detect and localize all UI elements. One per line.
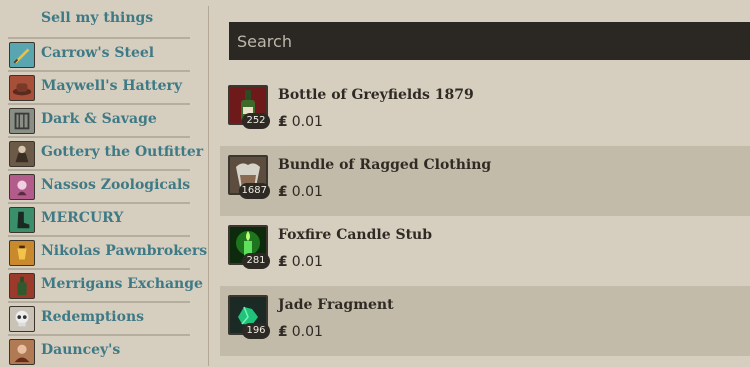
bottle-icon: [9, 273, 35, 299]
clothing-icon: 1687: [228, 155, 270, 199]
sidebar-item-gottery-the-outfitter[interactable]: Gottery the Outfitter: [8, 136, 203, 169]
sidebar-divider: [208, 6, 209, 366]
quantity-badge: 252: [242, 113, 270, 129]
currency-icon: ₤: [278, 114, 288, 130]
item-row-foxfire-candle-stub[interactable]: 281 Foxfire Candle Stub ₤ 0.01: [220, 216, 750, 286]
item-price: ₤ 0.01: [278, 324, 323, 340]
creature-icon: [9, 174, 35, 200]
item-price: ₤ 0.01: [278, 114, 323, 130]
currency-icon: ₤: [278, 324, 288, 340]
price-value: 0.01: [291, 254, 323, 270]
jade-icon: 196: [228, 295, 270, 339]
sidebar-item-label: Redemptions: [41, 309, 145, 325]
quantity-badge: 1687: [238, 183, 270, 199]
sidebar-item-nassos-zoologicals[interactable]: Nassos Zoologicals: [8, 169, 190, 202]
item-name: Bundle of Ragged Clothing: [278, 157, 492, 173]
sidebar-item-label: Merrigans Exchange: [41, 276, 203, 292]
sidebar-item-carrows-steel[interactable]: Carrow's Steel: [8, 37, 190, 70]
sidebar-item-daunceys[interactable]: Dauncey's: [8, 334, 190, 367]
search-input[interactable]: [229, 22, 750, 60]
outfitter-icon: [9, 141, 35, 167]
shop-list: Carrow's Steel Maywell's Hattery Dark & …: [8, 37, 207, 367]
currency-icon: ₤: [278, 184, 288, 200]
sidebar-title: Sell my things: [41, 10, 154, 26]
sidebar-item-label: Dark & Savage: [41, 111, 157, 127]
sidebar-item-label: Nassos Zoologicals: [41, 177, 191, 193]
sidebar-item-mercury[interactable]: MERCURY: [8, 202, 190, 235]
item-name: Foxfire Candle Stub: [278, 227, 433, 243]
skull-icon: [9, 306, 35, 332]
item-row-bottle-of-greyfields[interactable]: 252 Bottle of Greyfields 1879 ₤ 0.01: [220, 76, 750, 146]
currency-icon: ₤: [278, 254, 288, 270]
candle-icon: 281: [228, 225, 270, 269]
item-row-jade-fragment[interactable]: 196 Jade Fragment ₤ 0.01: [220, 286, 750, 356]
sidebar-item-merrigans-exchange[interactable]: Merrigans Exchange: [8, 268, 203, 301]
item-price: ₤ 0.01: [278, 254, 323, 270]
sidebar-item-label: MERCURY: [41, 210, 124, 226]
item-name: Bottle of Greyfields 1879: [278, 87, 474, 103]
sidebar-item-dark-and-savage[interactable]: Dark & Savage: [8, 103, 190, 136]
sidebar-item-label: Carrow's Steel: [41, 45, 155, 61]
quantity-badge: 281: [242, 253, 270, 269]
item-list: 252 Bottle of Greyfields 1879 ₤ 0.01 1687…: [220, 76, 750, 356]
wine-bottle-icon: 252: [228, 85, 270, 129]
item-price: ₤ 0.01: [278, 184, 323, 200]
quantity-badge: 196: [242, 323, 270, 339]
sidebar-item-label: Gottery the Outfitter: [41, 144, 204, 160]
sidebar-item-label: Dauncey's: [41, 342, 121, 358]
item-row-bundle-of-ragged-clothing[interactable]: 1687 Bundle of Ragged Clothing ₤ 0.01: [220, 146, 750, 216]
sword-icon: [9, 42, 35, 68]
hat-icon: [9, 75, 35, 101]
portrait-icon: [9, 339, 35, 365]
sidebar-item-nikolas-pawnbrokers[interactable]: Nikolas Pawnbrokers: [8, 235, 207, 268]
sidebar-item-maywells-hattery[interactable]: Maywell's Hattery: [8, 70, 190, 103]
sidebar-item-label: Nikolas Pawnbrokers: [41, 243, 208, 259]
sidebar-item-label: Maywell's Hattery: [41, 78, 182, 94]
sidebar: Sell my things Carrow's Steel Maywell's …: [0, 0, 207, 367]
cage-icon: [9, 108, 35, 134]
lamp-icon: [9, 240, 35, 266]
price-value: 0.01: [291, 324, 323, 340]
sidebar-item-redemptions[interactable]: Redemptions: [8, 301, 190, 334]
boot-icon: [9, 207, 35, 233]
price-value: 0.01: [291, 184, 323, 200]
price-value: 0.01: [291, 114, 323, 130]
item-name: Jade Fragment: [278, 297, 394, 313]
